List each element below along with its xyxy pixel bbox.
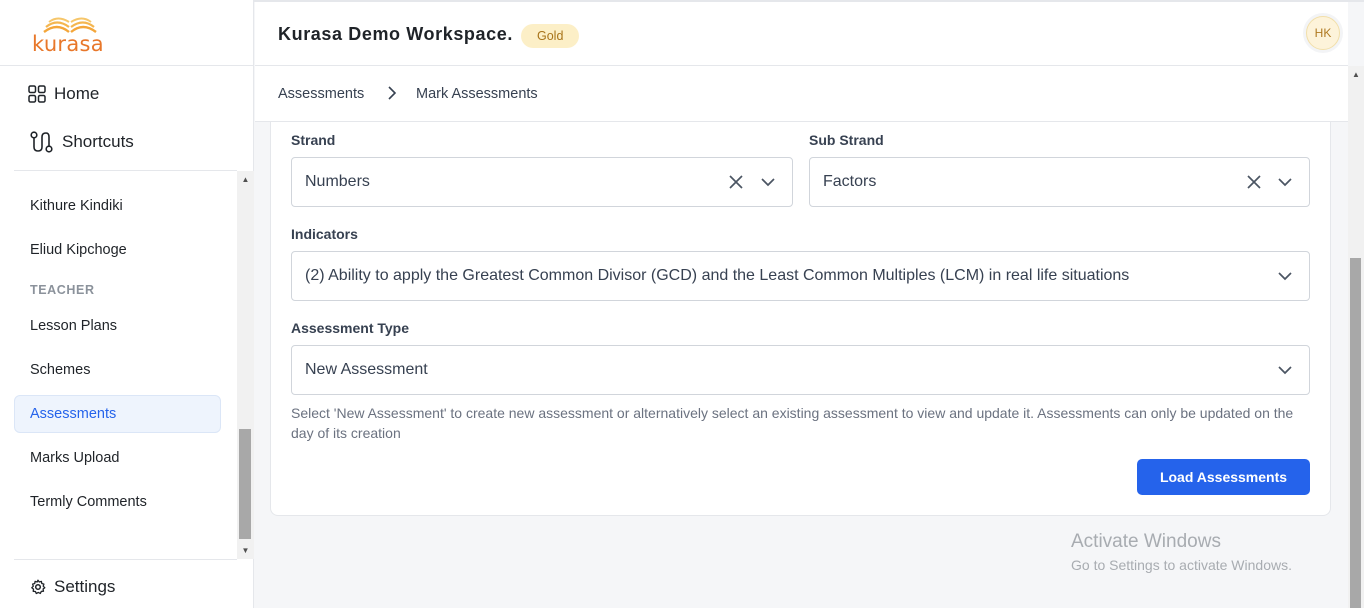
sub-strand-label: Sub Strand [809,132,884,148]
sidebar-item-eliud-kipchoge[interactable]: Eliud Kipchoge [14,231,221,269]
sidebar-item-label: Termly Comments [30,494,147,510]
sidebar-scrollbar[interactable]: ▲ ▼ [237,171,254,559]
strand-label: Strand [291,132,336,148]
strand-value: Numbers [305,173,370,190]
divider [14,559,237,560]
top-header: Kurasa Demo Workspace. Gold HK [255,2,1348,66]
strand-select[interactable]: Numbers [291,157,793,207]
nav-shortcuts[interactable]: Shortcuts [30,131,134,153]
indicators-value: (2) Ability to apply the Greatest Common… [305,267,1130,284]
sub-strand-value: Factors [823,173,877,190]
sidebar-item-assessments[interactable]: Assessments [14,395,221,433]
nav-home-label: Home [54,84,100,103]
breadcrumb-assessments[interactable]: Assessments [278,86,364,102]
sidebar-item-label: Kithure Kindiki [30,198,123,214]
scroll-down-arrow-icon[interactable]: ▼ [237,542,254,559]
page-scrollbar[interactable]: ▲ [1348,66,1364,608]
breadcrumb: Assessments Mark Assessments [255,66,1348,122]
sidebar-item-label: Assessments [30,406,117,422]
sub-strand-select[interactable]: Factors [809,157,1310,207]
sidebar-scroll-area[interactable]: Kithure Kindiki Eliud Kipchoge TEACHER L… [0,171,237,559]
kurasa-logo[interactable]: kurasa [32,14,112,56]
indicators-select[interactable]: (2) Ability to apply the Greatest Common… [291,251,1310,301]
sidebar-section-heading: TEACHER [30,283,95,297]
sidebar-item-schemes[interactable]: Schemes [14,351,221,389]
clear-icon[interactable] [728,174,744,190]
nav-home[interactable]: Home [28,84,99,104]
grid-icon [28,85,46,103]
sidebar-scrollbar-thumb[interactable] [239,429,251,539]
assessment-type-label: Assessment Type [291,320,410,336]
load-assessments-button[interactable]: Load Assessments [1137,459,1310,495]
plan-badge: Gold [521,24,580,48]
sidebar-item-label: Lesson Plans [30,318,118,334]
sidebar-item-label: Schemes [30,362,91,378]
user-avatar[interactable]: HK [1306,16,1340,50]
breadcrumb-current: Mark Assessments [416,86,538,102]
chevron-right-icon [388,86,397,100]
logo-text: kurasa [32,32,104,56]
chevron-down-icon[interactable] [1277,363,1293,377]
assessment-type-value: New Assessment [305,361,428,378]
page-scrollbar-thumb[interactable] [1350,258,1361,608]
assessment-type-select[interactable]: New Assessment [291,345,1310,395]
gear-icon [31,579,46,595]
watermark-subtitle: Go to Settings to activate Windows. [1071,557,1292,573]
watermark-title: Activate Windows [1071,531,1221,552]
divider [0,65,254,66]
sidebar-item-label: Marks Upload [30,450,120,466]
nav-settings-label: Settings [54,577,116,596]
sidebar: kurasa Home Shortcuts Kithure Kindiki El… [0,0,254,608]
sidebar-item-termly-comments[interactable]: Termly Comments [14,483,221,521]
chevron-down-icon[interactable] [1277,175,1293,189]
nav-settings[interactable]: Settings [30,577,115,597]
clear-icon[interactable] [1246,174,1262,190]
sidebar-item-kithure-kindiki[interactable]: Kithure Kindiki [14,187,221,225]
sidebar-item-label: Eliud Kipchoge [30,242,127,258]
assessment-type-help-text: Select 'New Assessment' to create new as… [291,405,1294,441]
chevron-down-icon[interactable] [760,175,776,189]
sidebar-item-marks-upload[interactable]: Marks Upload [14,439,221,477]
scroll-up-arrow-icon[interactable]: ▲ [237,171,254,188]
scroll-up-arrow-icon[interactable]: ▲ [1348,66,1364,82]
chevron-down-icon[interactable] [1277,269,1293,283]
activate-windows-watermark: Activate Windows Go to Settings to activ… [1071,531,1292,573]
route-icon [30,131,53,153]
sidebar-item-lesson-plans[interactable]: Lesson Plans [14,307,221,345]
workspace-title: Kurasa Demo Workspace. [278,24,513,44]
nav-shortcuts-label: Shortcuts [62,132,134,151]
indicators-label: Indicators [291,226,358,242]
mark-assessment-form: Strand Numbers Sub Strand Factors Indica… [270,122,1331,516]
